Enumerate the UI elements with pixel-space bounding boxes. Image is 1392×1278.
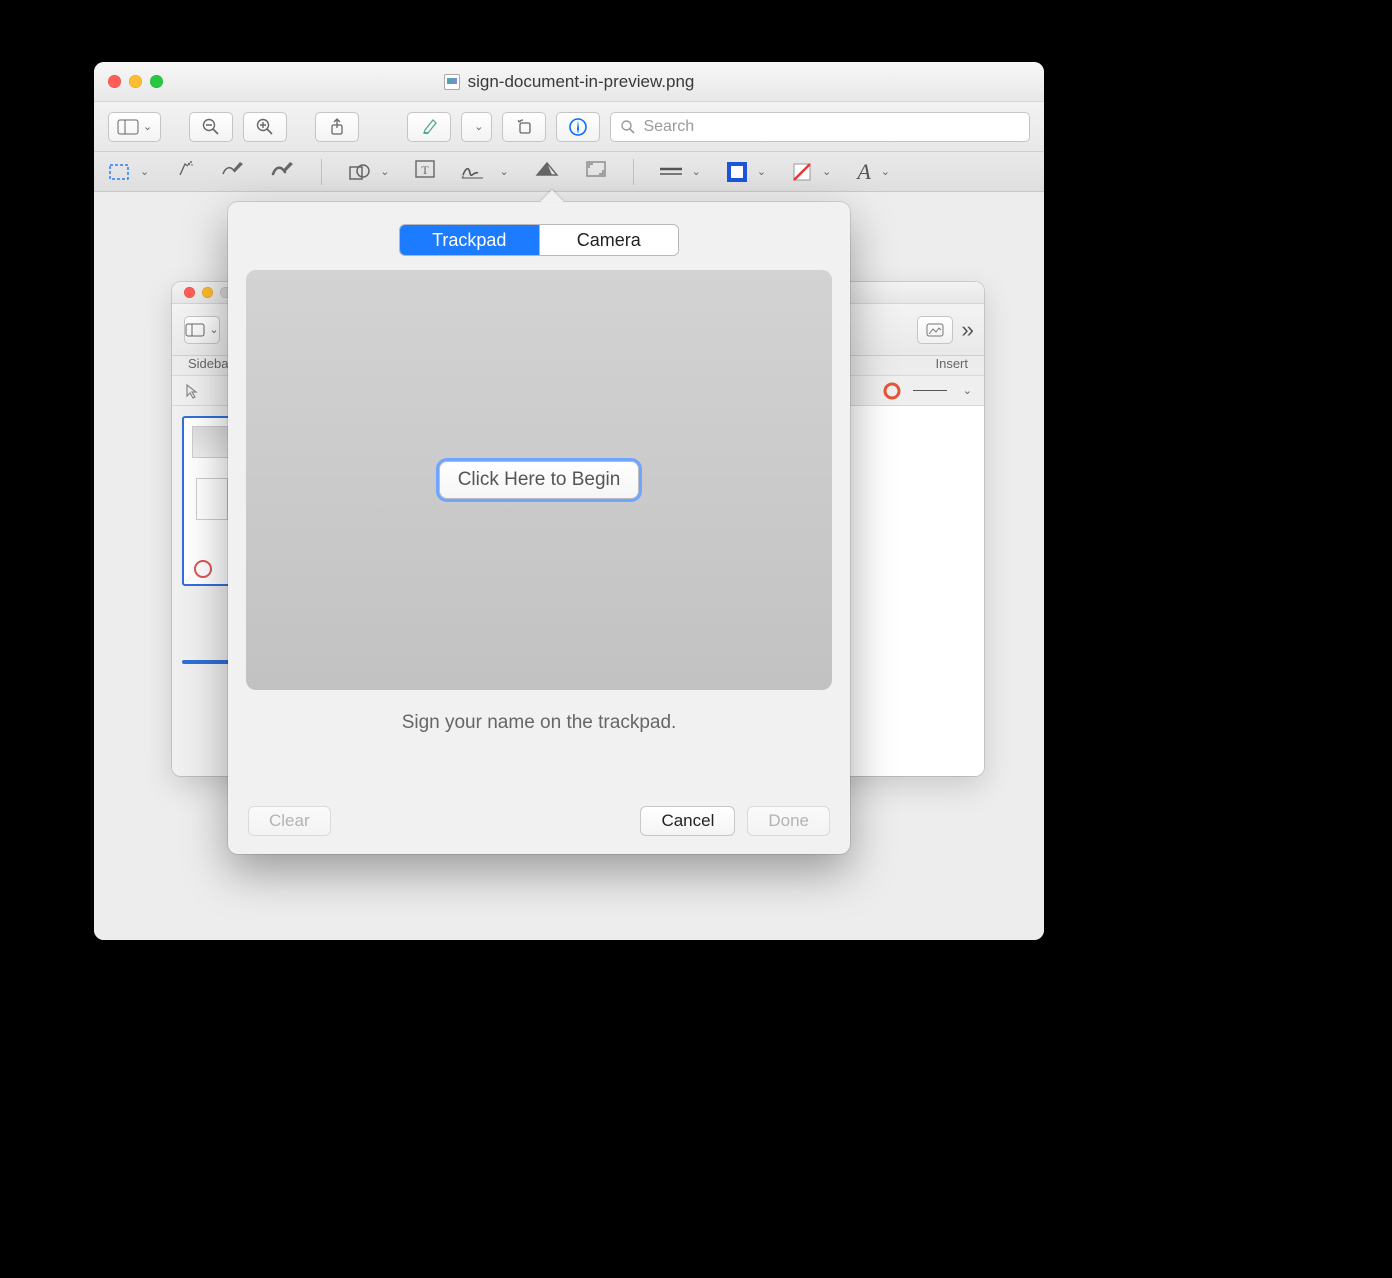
highlight-button[interactable] (407, 112, 451, 142)
done-button[interactable]: Done (747, 806, 830, 836)
trackpad-signature-area[interactable]: Click Here to Begin (246, 270, 832, 690)
sidebar-toggle-button[interactable]: ⌄ (184, 316, 220, 344)
circle-annotation-icon[interactable] (883, 382, 901, 400)
chevron-down-icon[interactable]: ⌄ (963, 384, 972, 397)
sign-button[interactable]: × ⌄ (461, 163, 508, 181)
file-icon (444, 74, 460, 90)
fill-color-button[interactable]: ⌄ (792, 162, 831, 182)
tab-camera[interactable]: Camera (540, 225, 679, 255)
insert-button[interactable] (917, 316, 953, 344)
clear-button[interactable]: Clear (248, 806, 331, 836)
signature-source-tabs: Trackpad Camera (399, 224, 679, 256)
begin-button[interactable]: Click Here to Begin (440, 462, 639, 498)
chevron-down-icon: ⌄ (474, 120, 483, 133)
chevron-down-icon: ⌄ (881, 165, 890, 178)
zoom-out-button[interactable] (189, 112, 233, 142)
insert-label: Insert (935, 356, 968, 371)
markup-button[interactable] (556, 112, 600, 142)
minimize-window-icon[interactable] (202, 287, 213, 298)
selection-tool-button[interactable]: ⌄ (108, 163, 149, 181)
sidebar-label: Sidebar (188, 356, 233, 371)
share-button[interactable] (315, 112, 359, 142)
chevron-down-icon: ⌄ (380, 165, 389, 178)
signature-popover: Trackpad Camera Click Here to Begin Sign… (228, 202, 850, 854)
text-button[interactable]: T (415, 160, 435, 183)
rotate-button[interactable] (502, 112, 546, 142)
canvas: ⌄ ›› Sidebar Insert ⌄ (94, 192, 1044, 940)
chevron-down-icon: ⌄ (209, 323, 218, 336)
line-style-icon[interactable] (913, 390, 947, 391)
cursor-arrow-icon[interactable] (184, 383, 200, 399)
adjust-color-button[interactable] (535, 161, 559, 182)
sidebar-toggle-button[interactable]: ⌄ (108, 112, 161, 142)
chevron-down-icon: ⌄ (757, 165, 766, 178)
titlebar[interactable]: sign-document-in-preview.png (94, 62, 1044, 102)
markup-toolbar: ⌄ ⌄ T × ⌄ ⌄ (94, 152, 1044, 192)
search-input[interactable]: Search (610, 112, 1030, 142)
close-window-icon[interactable] (184, 287, 195, 298)
chevron-down-icon: ⌄ (692, 165, 701, 178)
zoom-window-icon[interactable] (150, 75, 163, 88)
window-title: sign-document-in-preview.png (468, 72, 695, 92)
chevron-down-icon: ⌄ (499, 165, 508, 178)
cancel-button[interactable]: Cancel (640, 806, 735, 836)
border-color-button[interactable]: ⌄ (727, 162, 766, 182)
overflow-button[interactable]: ›› (961, 317, 972, 343)
highlight-dropdown[interactable]: ⌄ (461, 112, 492, 142)
chevron-down-icon: ⌄ (140, 165, 149, 178)
text-style-button[interactable]: A ⌄ (857, 159, 890, 185)
shapes-button[interactable]: ⌄ (348, 163, 389, 181)
separator (321, 159, 322, 185)
minimize-window-icon[interactable] (129, 75, 142, 88)
signature-hint: Sign your name on the trackpad. (228, 712, 850, 734)
sketch-button[interactable] (221, 160, 245, 183)
search-icon (621, 120, 635, 134)
chevron-down-icon: ⌄ (143, 120, 152, 133)
tab-trackpad[interactable]: Trackpad (400, 225, 540, 255)
chevron-down-icon: ⌄ (822, 165, 831, 178)
svg-text:×: × (461, 175, 465, 181)
search-placeholder: Search (643, 118, 694, 136)
adjust-size-button[interactable] (585, 160, 607, 183)
svg-text:T: T (422, 163, 430, 177)
close-window-icon[interactable] (108, 75, 121, 88)
shape-style-button[interactable]: ⌄ (660, 165, 701, 178)
separator (633, 159, 634, 185)
preview-window: sign-document-in-preview.png ⌄ ⌄ (94, 62, 1044, 940)
draw-button[interactable] (271, 160, 295, 183)
instant-alpha-button[interactable] (175, 159, 195, 184)
zoom-in-button[interactable] (243, 112, 287, 142)
main-toolbar: ⌄ ⌄ Search (94, 102, 1044, 152)
